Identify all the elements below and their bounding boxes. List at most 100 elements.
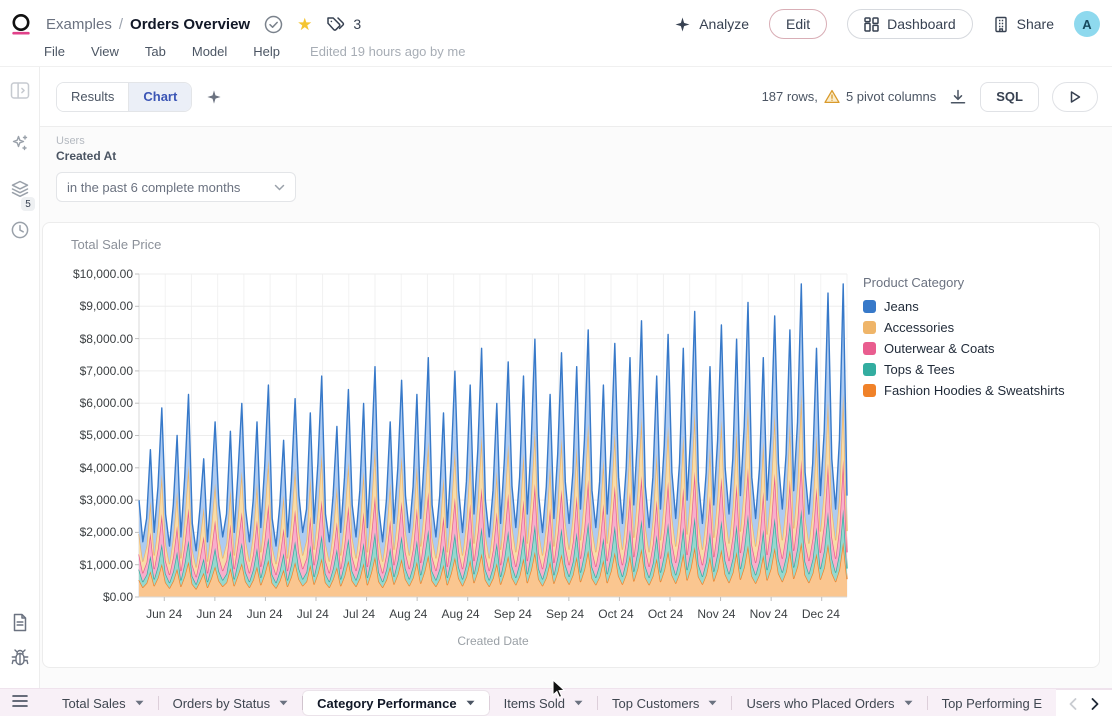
analyze-sparkle-icon [674,16,691,33]
analyze-label: Analyze [699,16,749,32]
menu-tab[interactable]: Tab [145,44,166,59]
share-label: Share [1017,16,1054,32]
sql-label: SQL [996,89,1023,104]
favorite-star-icon[interactable]: ★ [297,16,312,33]
panel-toggle-icon[interactable] [10,82,29,99]
app-header: Examples / Orders Overview ★ 3 [0,0,1112,67]
dashboard-label: Dashboard [887,16,956,32]
x-tick-label: Oct 24 [648,607,683,621]
share-button[interactable]: Share [993,16,1054,33]
legend-item-tops[interactable]: Tops & Tees [863,362,1099,377]
tab-chart[interactable]: Chart [128,83,191,111]
ai-sparkle-icon[interactable] [10,133,30,153]
legend-swatch [863,342,876,355]
chart-ai-sparkle-icon[interactable] [206,89,222,105]
y-tick-label: $9,000.00 [80,299,133,313]
date-filter-select[interactable]: in the past 6 complete months [56,172,296,202]
stacked-area-chart[interactable] [139,274,847,601]
x-tick-label: Sep 24 [546,607,584,621]
chevron-down-icon [904,700,913,706]
tab-label: Users who Placed Orders [746,696,894,711]
tab-results-label: Results [71,89,114,104]
tab-category-performance[interactable]: Category Performance [303,691,488,715]
legend-item-outerwear[interactable]: Outerwear & Coats [863,341,1099,356]
tab-top-customers[interactable]: Top Customers [598,689,731,717]
main-content: Users Created At in the past 6 complete … [40,127,1112,688]
tab-label: Top Performing E [942,696,1042,711]
tab-label: Category Performance [317,696,456,711]
chevron-down-icon [708,700,717,706]
breadcrumb-parent[interactable]: Examples [46,16,112,33]
menu-help[interactable]: Help [253,44,280,59]
tab-label: Items Sold [504,696,565,711]
filter-block: Users Created At in the past 6 complete … [56,135,296,202]
chevron-down-icon [279,700,288,706]
legend-swatch [863,363,876,376]
tab-orders-by-status[interactable]: Orders by Status [159,689,303,717]
chevron-down-icon [274,184,285,191]
legend-swatch [863,300,876,313]
dashboard-tabbar: Total Sales Orders by Status Category Pe… [0,688,1112,716]
y-tick-label: $7,000.00 [80,364,133,378]
x-tick-label: Nov 24 [750,607,788,621]
layers-icon[interactable] [10,179,30,199]
tab-items-sold[interactable]: Items Sold [490,689,597,717]
layers-badge: 5 [21,197,35,211]
menu-bar: File View Tab Model Help Edited 19 hours… [44,41,465,61]
tag-count: 3 [353,16,361,32]
app-logo-icon[interactable] [10,13,32,36]
legend-label: Jeans [884,299,919,314]
chevron-down-icon [466,700,475,706]
sql-button[interactable]: SQL [980,82,1039,112]
verified-check-icon[interactable] [264,15,283,34]
breadcrumb-separator: / [119,16,123,33]
view-switch: Results Chart [56,82,192,112]
chart-title: Total Sale Price [71,237,161,252]
legend-title: Product Category [863,275,1099,290]
tab-results[interactable]: Results [57,83,128,111]
legend-item-jeans[interactable]: Jeans [863,299,1099,314]
avatar[interactable]: A [1074,11,1100,37]
x-tick-label: Jul 24 [297,607,329,621]
tab-users-who-placed-orders[interactable]: Users who Placed Orders [732,689,926,717]
legend-swatch [863,321,876,334]
y-tick-label: $8,000.00 [80,332,133,346]
x-tick-label: Dec 24 [802,607,840,621]
edit-label: Edit [786,16,810,32]
dashboard-button[interactable]: Dashboard [847,9,973,39]
legend-label: Accessories [884,320,954,335]
tab-menu-icon[interactable] [12,694,28,708]
tab-total-sales[interactable]: Total Sales [48,689,158,717]
left-sidebar: 5 [0,67,40,688]
run-query-button[interactable] [1052,82,1098,112]
building-icon [993,16,1009,33]
edit-button[interactable]: Edit [769,9,827,39]
y-tick-label: $3,000.00 [80,493,133,507]
x-axis-labels: Jun 24 Jun 24 Jun 24 Jul 24 Jul 24 Aug 2… [139,607,847,621]
row-info: 187 rows, 5 pivot columns [762,89,937,104]
page-title: Orders Overview [130,16,250,33]
menu-view[interactable]: View [91,44,119,59]
download-icon[interactable] [949,88,967,106]
document-icon[interactable] [11,613,29,632]
pivot-count: 5 pivot columns [846,89,936,104]
analyze-button[interactable]: Analyze [674,16,749,33]
breadcrumb: Examples / Orders Overview [46,16,250,33]
y-tick-label: $1,000.00 [80,558,133,572]
tab-top-performing[interactable]: Top Performing E [928,689,1056,717]
y-tick-label: $5,000.00 [80,428,133,442]
x-tick-label: Aug 24 [442,607,480,621]
menu-file[interactable]: File [44,44,65,59]
tags-icon[interactable] [326,16,345,33]
legend-label: Tops & Tees [884,362,955,377]
legend-item-accessories[interactable]: Accessories [863,320,1099,335]
tab-label: Total Sales [62,696,126,711]
bug-icon[interactable] [10,649,29,668]
history-clock-icon[interactable] [10,220,30,240]
menu-model[interactable]: Model [192,44,227,59]
tab-chart-label: Chart [143,89,177,104]
legend-item-hoodies[interactable]: Fashion Hoodies & Sweatshirts [863,383,1099,398]
prev-tabs-chevron-icon[interactable] [1069,698,1077,710]
next-tabs-chevron-icon[interactable] [1091,698,1099,710]
x-tick-label: Jun 24 [247,607,283,621]
